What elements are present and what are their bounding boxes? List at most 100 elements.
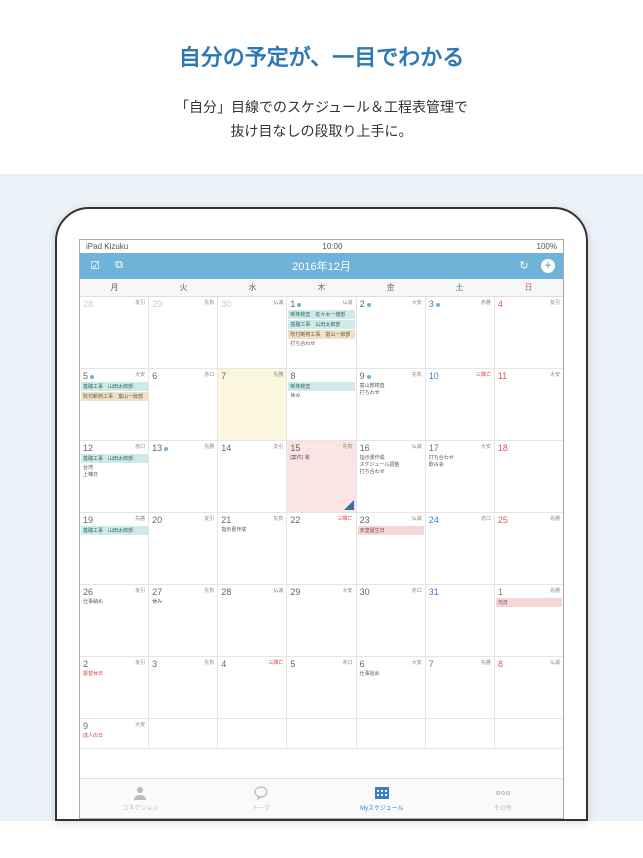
day-number: 3 xyxy=(429,299,440,309)
event-text[interactable]: 台湾 xyxy=(81,464,147,471)
day-cell[interactable]: 28仏滅 xyxy=(218,585,287,656)
rokuyou-label: 仏滅 xyxy=(550,659,560,666)
day-cell[interactable]: 17大安打ち合わせ飲み会 xyxy=(426,441,495,512)
event-text[interactable]: 指示書作成 xyxy=(358,454,424,461)
day-cell[interactable]: 9先負富山部検査打ちわせ xyxy=(357,369,426,440)
day-number: 11 xyxy=(498,371,507,381)
day-cell[interactable]: 6大安仕事始め xyxy=(357,657,426,718)
day-cell[interactable]: 12赤口基礎工事 山田太郎部台湾上棟日 xyxy=(80,441,149,512)
day-cell[interactable]: 29大安 xyxy=(287,585,356,656)
day-cell[interactable]: 4友引 xyxy=(495,297,563,368)
ipad-frame: iPad Kizuku 10:00 100% ☑ ⧉ 2016年12月 ↻ + … xyxy=(55,207,588,821)
event-bar[interactable]: 断熱検査 xyxy=(288,382,354,391)
rokuyou-label: 大安 xyxy=(550,371,560,378)
header-title[interactable]: 2016年12月 xyxy=(292,258,351,274)
person-icon xyxy=(132,785,148,801)
rokuyou-label: 大安 xyxy=(412,659,422,666)
day-cell[interactable]: 2友引振替休日 xyxy=(80,657,149,718)
event-bar[interactable]: 元日 xyxy=(496,598,562,607)
event-bar[interactable]: 断熱検査 佐々木一雄部 xyxy=(288,310,354,319)
day-cell[interactable]: 30赤口 xyxy=(357,585,426,656)
day-cell[interactable]: 7先勝 xyxy=(218,369,287,440)
day-cell[interactable]: 29先負 xyxy=(149,297,218,368)
day-cell[interactable]: 5赤口 xyxy=(287,657,356,718)
event-bar[interactable]: 天皇誕生日 xyxy=(358,526,424,535)
event-bar[interactable]: 吹付断熱工事 富山一郎部 xyxy=(288,330,354,339)
event-bar[interactable]: 吹付断熱工事 富山一郎部 吹付断熱工事 高岡一郎部 xyxy=(81,392,149,401)
tab-person[interactable]: コネクション xyxy=(80,779,201,818)
day-cell[interactable] xyxy=(287,719,356,748)
copy-icon[interactable]: ⧉ xyxy=(112,259,126,273)
day-cell[interactable]: 28友引 xyxy=(80,297,149,368)
day-cell[interactable]: 11 大安 xyxy=(495,369,563,440)
day-cell[interactable]: 19先勝基礎工事 山田太郎部 xyxy=(80,513,149,584)
day-cell[interactable]: 8仏滅 xyxy=(495,657,563,718)
event-text[interactable]: [案件] 電 xyxy=(288,454,354,461)
day-cell[interactable]: 10三隣亡 xyxy=(426,369,495,440)
event-text[interactable]: 富山部検査 xyxy=(358,382,424,389)
day-cell[interactable]: 20友引 xyxy=(149,513,218,584)
event-text[interactable]: 指示書作成 xyxy=(219,526,285,533)
tab-chat[interactable]: トーク xyxy=(201,779,322,818)
checkbox-icon[interactable]: ☑ xyxy=(88,259,102,273)
day-cell[interactable]: 26友引仕事納め xyxy=(80,585,149,656)
day-cell[interactable] xyxy=(218,719,287,748)
event-text[interactable]: 打ち合わせ xyxy=(288,340,354,347)
day-cell[interactable]: 16仏滅指示書作成スケジュール調整打ち合わせ xyxy=(357,441,426,512)
day-cell[interactable]: 2大安 xyxy=(357,297,426,368)
tab-more[interactable]: その他 xyxy=(442,779,563,818)
event-text[interactable]: 打ち合わせ xyxy=(358,468,424,475)
event-text[interactable]: 打ちわせ xyxy=(358,389,424,396)
day-cell[interactable]: 15先負[案件] 電 xyxy=(287,441,356,512)
day-cell[interactable]: 3先負 xyxy=(149,657,218,718)
day-cell[interactable]: 24赤口 xyxy=(426,513,495,584)
day-cell[interactable]: 22三隣亡 xyxy=(287,513,356,584)
day-cell[interactable]: 30仏滅 xyxy=(218,297,287,368)
event-bar[interactable]: 基礎工事 山田太郎部 xyxy=(288,320,354,329)
status-battery: 100% xyxy=(537,242,557,251)
day-cell[interactable]: 21先負指示書作成 xyxy=(218,513,287,584)
event-bar[interactable]: 基礎工事 山田太郎部 xyxy=(81,454,149,463)
day-cell[interactable]: 8断熱検査休み xyxy=(287,369,356,440)
week-row: 9大安成人の日 xyxy=(80,719,563,749)
event-text[interactable]: 休み xyxy=(288,392,354,399)
event-text[interactable]: 打ち合わせ xyxy=(427,454,493,461)
day-cell[interactable] xyxy=(426,719,495,748)
day-cell[interactable]: 9大安成人の日 xyxy=(80,719,149,748)
event-text[interactable]: 仕事始め xyxy=(358,670,424,677)
day-cell[interactable]: 27先負休み xyxy=(149,585,218,656)
day-cell[interactable]: 14友引 xyxy=(218,441,287,512)
event-text[interactable]: 成人の日 xyxy=(81,732,147,739)
event-text[interactable]: 上棟日 xyxy=(81,471,147,478)
refresh-icon[interactable]: ↻ xyxy=(517,259,531,273)
day-cell[interactable]: 7先勝 xyxy=(426,657,495,718)
day-cell[interactable]: 5大安基礎工事 山田太郎部吹付断熱工事 富山一郎部 吹付断熱工事 高岡一郎部 xyxy=(80,369,149,440)
day-number: 26 xyxy=(83,587,93,597)
event-bar[interactable]: 基礎工事 山田太郎部 xyxy=(81,526,149,535)
day-cell[interactable]: 1仏滅断熱検査 佐々木一雄部基礎工事 山田太郎部吹付断熱工事 富山一郎部打ち合わ… xyxy=(287,297,356,368)
event-text[interactable]: 飲み会 xyxy=(427,461,493,468)
day-cell[interactable] xyxy=(495,719,563,748)
day-cell[interactable] xyxy=(357,719,426,748)
event-text[interactable]: スケジュール調整 xyxy=(358,461,424,468)
day-cell[interactable]: 6赤口 xyxy=(149,369,218,440)
day-cell[interactable] xyxy=(149,719,218,748)
tab-label: トーク xyxy=(252,803,270,812)
event-text[interactable]: 仕事納め xyxy=(81,598,147,605)
day-cell[interactable]: 31 xyxy=(426,585,495,656)
add-button[interactable]: + xyxy=(541,259,555,273)
day-cell[interactable]: 25先勝 xyxy=(495,513,563,584)
tab-calendar[interactable]: Myスケジュール xyxy=(322,779,443,818)
event-text[interactable]: 休み xyxy=(150,598,216,605)
day-cell[interactable]: 18 xyxy=(495,441,563,512)
calendar-grid: 28友引29先負30仏滅1仏滅断熱検査 佐々木一雄部基礎工事 山田太郎部吹付断熱… xyxy=(80,297,563,749)
event-bar[interactable]: 基礎工事 山田太郎部 xyxy=(81,382,149,391)
event-text[interactable]: 振替休日 xyxy=(81,670,147,677)
day-cell[interactable]: 23仏滅天皇誕生日 xyxy=(357,513,426,584)
day-cell[interactable]: 13先勝 xyxy=(149,441,218,512)
day-cell[interactable]: 1先勝元日 xyxy=(495,585,563,656)
day-cell[interactable]: 3赤勝 xyxy=(426,297,495,368)
day-number: 15 xyxy=(290,443,300,453)
day-cell[interactable]: 4三隣亡 xyxy=(218,657,287,718)
day-number: 24 xyxy=(429,515,439,525)
